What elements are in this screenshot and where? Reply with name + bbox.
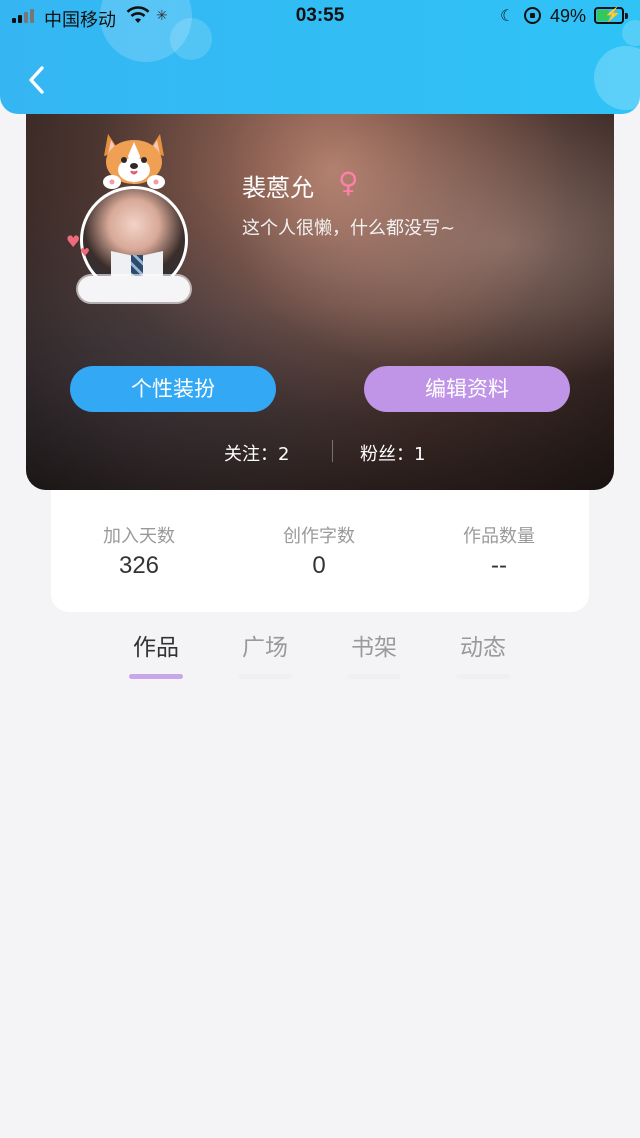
stat-word-count: 创作字数 0 bbox=[229, 522, 409, 580]
status-bar: 中国移动 ✳ 03:55 ☾ 49% ⚡ bbox=[0, 0, 640, 32]
cloud-decoration bbox=[78, 276, 190, 302]
follow-stats: 关注：2 粉丝：1 bbox=[26, 438, 614, 466]
stat-label: 加入天数 bbox=[103, 526, 175, 547]
chevron-left-icon[interactable] bbox=[24, 62, 48, 98]
charging-bolt-icon: ⚡ bbox=[604, 6, 622, 22]
edit-profile-button[interactable]: 编辑资料 bbox=[364, 366, 570, 412]
tab-works[interactable]: 作品 bbox=[116, 628, 196, 679]
rotation-lock-icon bbox=[524, 7, 541, 24]
stat-join-days: 加入天数 326 bbox=[49, 522, 229, 580]
corgi-decoration-icon bbox=[103, 134, 165, 189]
tab-indicator bbox=[456, 674, 510, 679]
divider bbox=[332, 440, 333, 462]
stat-label: 创作字数 bbox=[283, 526, 355, 547]
user-name: 裴蒽允 bbox=[242, 174, 314, 202]
tab-indicator bbox=[347, 674, 401, 679]
tab-indicator bbox=[129, 674, 183, 679]
tab-label: 作品 bbox=[133, 635, 179, 661]
battery-percent: 49% bbox=[550, 6, 587, 26]
stat-works-count: 作品数量 -- bbox=[409, 522, 589, 580]
moon-icon: ☾ bbox=[500, 8, 515, 25]
stat-value: 0 bbox=[312, 552, 326, 579]
tab-label: 动态 bbox=[460, 635, 506, 661]
tab-label: 书架 bbox=[351, 635, 397, 661]
dress-up-button[interactable]: 个性装扮 bbox=[70, 366, 276, 412]
header-bar: 中国移动 ✳ 03:55 ☾ 49% ⚡ bbox=[0, 0, 640, 114]
tab-activity[interactable]: 动态 bbox=[443, 628, 523, 679]
content-tabs: 作品 广场 书架 动态 bbox=[0, 628, 640, 688]
user-signature: 这个人很懒，什么都没写~ bbox=[242, 218, 456, 239]
fans-count[interactable]: 粉丝：1 bbox=[360, 440, 425, 466]
battery-charging-icon: ⚡ bbox=[594, 6, 628, 24]
profile-card: ♥ ♥ 裴蒽允 ♀ 这个人很懒，什么都没写~ 个性装扮 编辑资料 关注：2 粉丝… bbox=[26, 80, 614, 490]
following-count[interactable]: 关注：2 bbox=[224, 440, 289, 466]
heart-icon: ♥ bbox=[66, 232, 81, 251]
stat-label: 作品数量 bbox=[463, 526, 535, 547]
stat-value: -- bbox=[491, 552, 507, 579]
heart-icon: ♥ bbox=[80, 246, 90, 259]
tab-square[interactable]: 广场 bbox=[225, 628, 305, 679]
stats-panel: 加入天数 326 创作字数 0 作品数量 -- bbox=[51, 470, 589, 612]
status-time: 03:55 bbox=[295, 5, 345, 26]
tab-bookshelf[interactable]: 书架 bbox=[334, 628, 414, 679]
female-icon: ♀ bbox=[338, 166, 359, 199]
tab-label: 广场 bbox=[242, 635, 288, 661]
tab-indicator bbox=[238, 674, 292, 679]
avatar-frame[interactable]: ♥ ♥ bbox=[66, 126, 196, 306]
decorative-bubble bbox=[594, 46, 640, 110]
stat-value: 326 bbox=[118, 552, 160, 579]
